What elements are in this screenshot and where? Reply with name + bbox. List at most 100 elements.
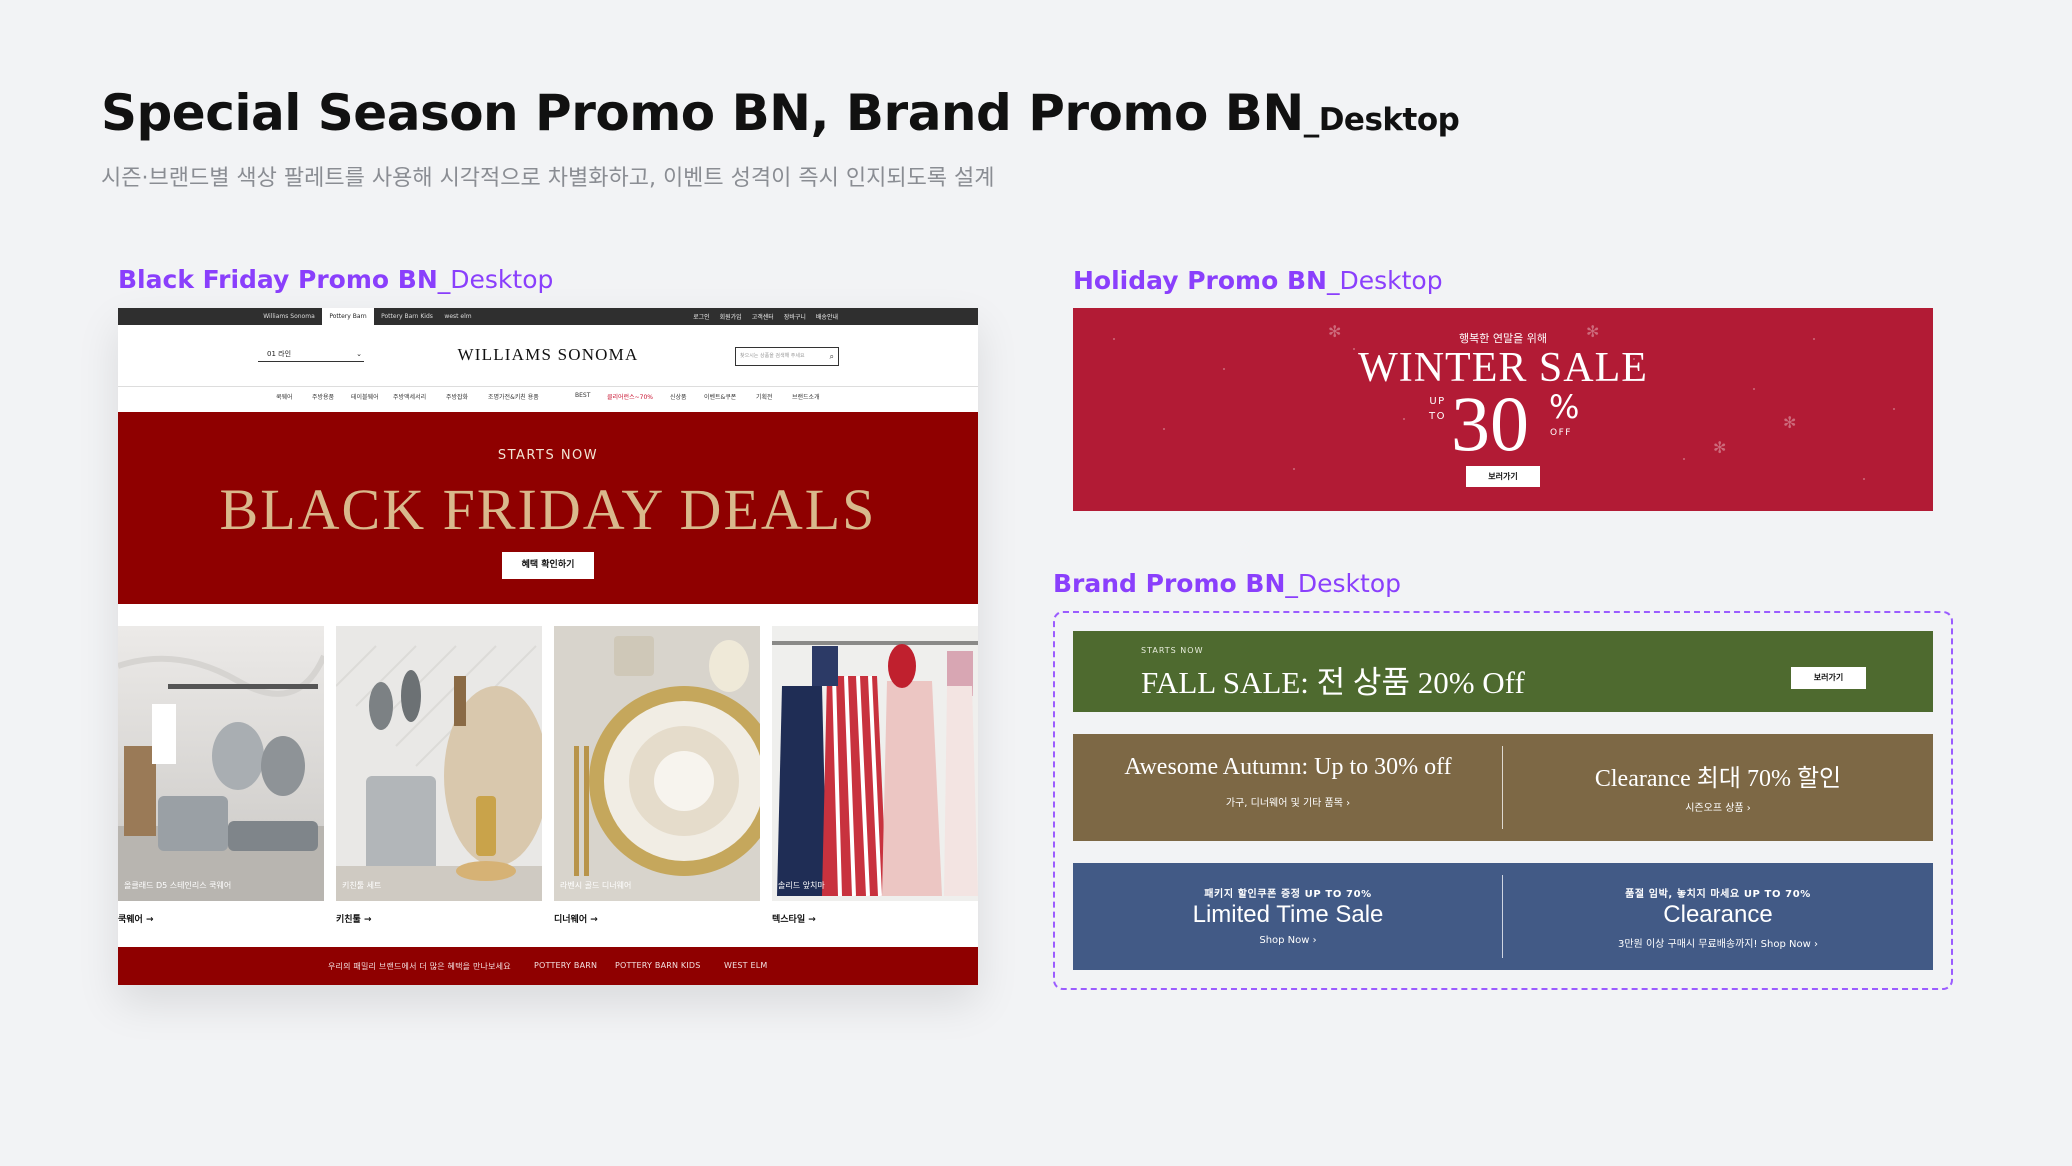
nav-item[interactable]: 조명가전&키친 용품 xyxy=(488,392,539,401)
nav-item[interactable]: 기획전 xyxy=(756,392,773,401)
footer-message: 우리의 패밀리 브랜드에서 더 많은 혜택을 만나보세요 xyxy=(328,962,511,971)
site-logo[interactable]: WILLIAMS SONOMA xyxy=(118,345,978,365)
limited-time-clearance-banner: 패키지 할인쿠폰 증정 UP TO 70% Limited Time Sale … xyxy=(1073,863,1933,970)
section-label-brand: Brand Promo BN_Desktop xyxy=(1053,569,1401,598)
holiday-percent-sign: % xyxy=(1549,388,1580,426)
cookware-photo xyxy=(118,626,324,901)
snow-dot xyxy=(1683,458,1685,460)
footer-link-pottery-barn[interactable]: POTTERY BARN xyxy=(534,961,597,970)
fall-sale-banner[interactable]: STARTS NOW FALL SALE: 전 상품 20% Off 보러가기 xyxy=(1073,631,1933,712)
clearance-panel[interactable]: Clearance 최대 70% 할인 시즌오프 상품 › xyxy=(1503,734,1933,841)
card-caption: 솔리드 앞치마 xyxy=(778,881,825,890)
utility-links: 로그인 회원가입 고객센터 장바구니 배송안내 xyxy=(693,308,838,325)
brand-tab-west-elm[interactable]: west elm xyxy=(440,308,476,325)
nav-item[interactable]: 쿡웨어 xyxy=(276,392,293,401)
nav-item-clearance[interactable]: 클리어런스~70% xyxy=(607,392,653,401)
customer-center-link[interactable]: 고객센터 xyxy=(752,312,774,321)
category-card-textile[interactable]: 솔리드 앞치마 xyxy=(772,626,978,901)
up-text: UP xyxy=(1429,396,1446,407)
holiday-up-to: UP TO xyxy=(1429,394,1446,424)
section-label-holiday: Holiday Promo BN_Desktop xyxy=(1073,266,1443,295)
nav-item[interactable]: 브랜드소개 xyxy=(792,392,820,401)
snow-dot xyxy=(1403,418,1405,420)
card-caption: 올클래드 D5 스테인리스 쿡웨어 xyxy=(124,881,232,890)
black-friday-page-mockup: Williams Sonoma Pottery Barn Pottery Bar… xyxy=(118,308,978,985)
section-label-text: Brand Promo BN xyxy=(1053,569,1286,598)
nav-item[interactable]: 테이블웨어 xyxy=(351,392,379,401)
page-title-text: Special Season Promo BN, Brand Promo BN xyxy=(101,84,1304,142)
holiday-cta-button[interactable]: 보러가기 xyxy=(1466,466,1540,487)
hero-cta-button[interactable]: 혜택 확인하기 xyxy=(502,552,594,579)
card-caption: 라벤시 골드 디너웨어 xyxy=(560,881,632,890)
panel-headline: Limited Time Sale xyxy=(1192,901,1384,928)
textile-photo xyxy=(772,626,978,901)
category-link-cookware[interactable]: 쿡웨어 → xyxy=(118,912,154,925)
snowflake-icon: ✻ xyxy=(1713,438,1727,457)
footer-link-pottery-barn-kids[interactable]: POTTERY BARN KIDS xyxy=(615,961,701,970)
awesome-autumn-panel[interactable]: Awesome Autumn: Up to 30% off 가구, 디너웨어 및… xyxy=(1073,734,1503,841)
holiday-off-text: OFF xyxy=(1550,428,1572,438)
footer-link-west-elm[interactable]: WEST ELM xyxy=(724,961,768,970)
to-text: TO xyxy=(1429,411,1446,422)
category-card-dinnerware[interactable]: 라벤시 골드 디너웨어 xyxy=(554,626,760,901)
panel-headline: Clearance xyxy=(1663,901,1773,928)
family-brand-footer-banner: 우리의 패밀리 브랜드에서 더 많은 혜택을 만나보세요 POTTERY BAR… xyxy=(118,947,978,985)
clearance-shop-now-panel[interactable]: 품절 임박, 놓치지 마세요 UP TO 70% Clearance 3만원 이… xyxy=(1503,863,1933,970)
search-icon[interactable]: ⌕ xyxy=(830,348,834,365)
hero-kicker: STARTS NOW xyxy=(497,448,599,463)
page-title: Special Season Promo BN, Brand Promo BN_… xyxy=(101,84,1460,142)
section-label-suffix: _Desktop xyxy=(1285,569,1401,598)
nav-item[interactable]: 주방액세서리 xyxy=(393,392,426,401)
category-link-kitchen-tools[interactable]: 키친툴 → xyxy=(336,912,372,925)
brand-topbar: Williams Sonoma Pottery Barn Pottery Bar… xyxy=(118,308,978,325)
brand-tab-pottery-barn[interactable]: Pottery Barn xyxy=(322,308,374,325)
signup-link[interactable]: 회원가입 xyxy=(720,312,742,321)
holiday-discount-number: 30 xyxy=(1451,380,1529,467)
category-link-textile[interactable]: 텍스타일 → xyxy=(772,912,816,925)
nav-item[interactable]: 신상품 xyxy=(670,392,687,401)
kitchen-tools-photo xyxy=(336,626,542,901)
site-header: 01 라인 ⌄ WILLIAMS SONOMA 찾으시는 상품을 검색해 주세요 ⌕ xyxy=(118,325,978,387)
login-link[interactable]: 로그인 xyxy=(693,312,710,321)
page-subtitle: 시즌·브랜드별 색상 팔레트를 사용해 시각적으로 차별화하고, 이벤트 성격이… xyxy=(101,166,995,191)
card-caption: 키친툴 세트 xyxy=(342,881,382,890)
panel-subtext: 3만원 이상 구매시 무료배송까지! Shop Now › xyxy=(1618,939,1818,950)
nav-item[interactable]: 이벤트&쿠폰 xyxy=(704,392,736,401)
brand-tab-pottery-barn-kids[interactable]: Pottery Barn Kids xyxy=(376,308,438,325)
panel-kicker: 품절 임박, 놓치지 마세요 UP TO 70% xyxy=(1625,889,1811,900)
autumn-clearance-banner: Awesome Autumn: Up to 30% off 가구, 디너웨어 및… xyxy=(1073,734,1933,841)
section-label-suffix: _Desktop xyxy=(1326,266,1443,295)
section-label-text: Black Friday Promo BN xyxy=(118,265,438,294)
snow-dot xyxy=(1863,478,1865,480)
holiday-promo-banner[interactable]: ✻ ✻ ✻ ✻ 행복한 연말을 위해 WINTER SALE UP TO 30 %… xyxy=(1073,308,1933,511)
banner-kicker: STARTS NOW xyxy=(1141,646,1204,655)
panel-subtext: 시즌오프 상품 › xyxy=(1685,803,1751,814)
cart-link[interactable]: 장바구니 xyxy=(784,312,806,321)
black-friday-hero-banner[interactable]: STARTS NOW BLACK FRIDAY DEALS 혜택 확인하기 xyxy=(118,412,978,604)
section-label-suffix: _Desktop xyxy=(437,265,554,294)
panel-subtext: Shop Now › xyxy=(1259,935,1317,946)
nav-item[interactable]: BEST xyxy=(575,392,590,399)
hero-headline: BLACK FRIDAY DEALS xyxy=(219,477,877,542)
snow-dot xyxy=(1893,408,1895,410)
section-label-black-friday: Black Friday Promo BN_Desktop xyxy=(118,265,553,294)
panel-subtext: 가구, 디너웨어 및 기타 품목 › xyxy=(1225,798,1351,809)
snow-dot xyxy=(1163,428,1165,430)
section-label-text: Holiday Promo BN xyxy=(1073,266,1327,295)
panel-headline: Clearance 최대 70% 할인 xyxy=(1594,766,1842,792)
brand-tab-williams-sonoma[interactable]: Williams Sonoma xyxy=(258,308,320,325)
main-nav: 쿡웨어 주방용품 테이블웨어 주방액세서리 주방잡화 조명가전&키친 용품 BE… xyxy=(118,388,978,404)
dinnerware-photo xyxy=(554,626,760,901)
category-link-dinnerware[interactable]: 디너웨어 → xyxy=(554,912,598,925)
limited-time-sale-panel[interactable]: 패키지 할인쿠폰 증정 UP TO 70% Limited Time Sale … xyxy=(1073,863,1503,970)
category-card-cookware[interactable]: 올클래드 D5 스테인리스 쿡웨어 xyxy=(118,626,324,901)
search-placeholder: 찾으시는 상품을 검색해 주세요 xyxy=(740,353,805,359)
banner-cta-button[interactable]: 보러가기 xyxy=(1791,667,1866,689)
panel-kicker: 패키지 할인쿠폰 증정 UP TO 70% xyxy=(1204,889,1372,900)
search-input[interactable]: 찾으시는 상품을 검색해 주세요 ⌕ xyxy=(735,347,839,366)
banner-headline: FALL SALE: 전 상품 20% Off xyxy=(1141,665,1525,700)
category-card-kitchen-tools[interactable]: 키친툴 세트 xyxy=(336,626,542,901)
nav-item[interactable]: 주방잡화 xyxy=(446,392,468,401)
shipping-info-link[interactable]: 배송안내 xyxy=(816,312,838,321)
nav-item[interactable]: 주방용품 xyxy=(312,392,334,401)
